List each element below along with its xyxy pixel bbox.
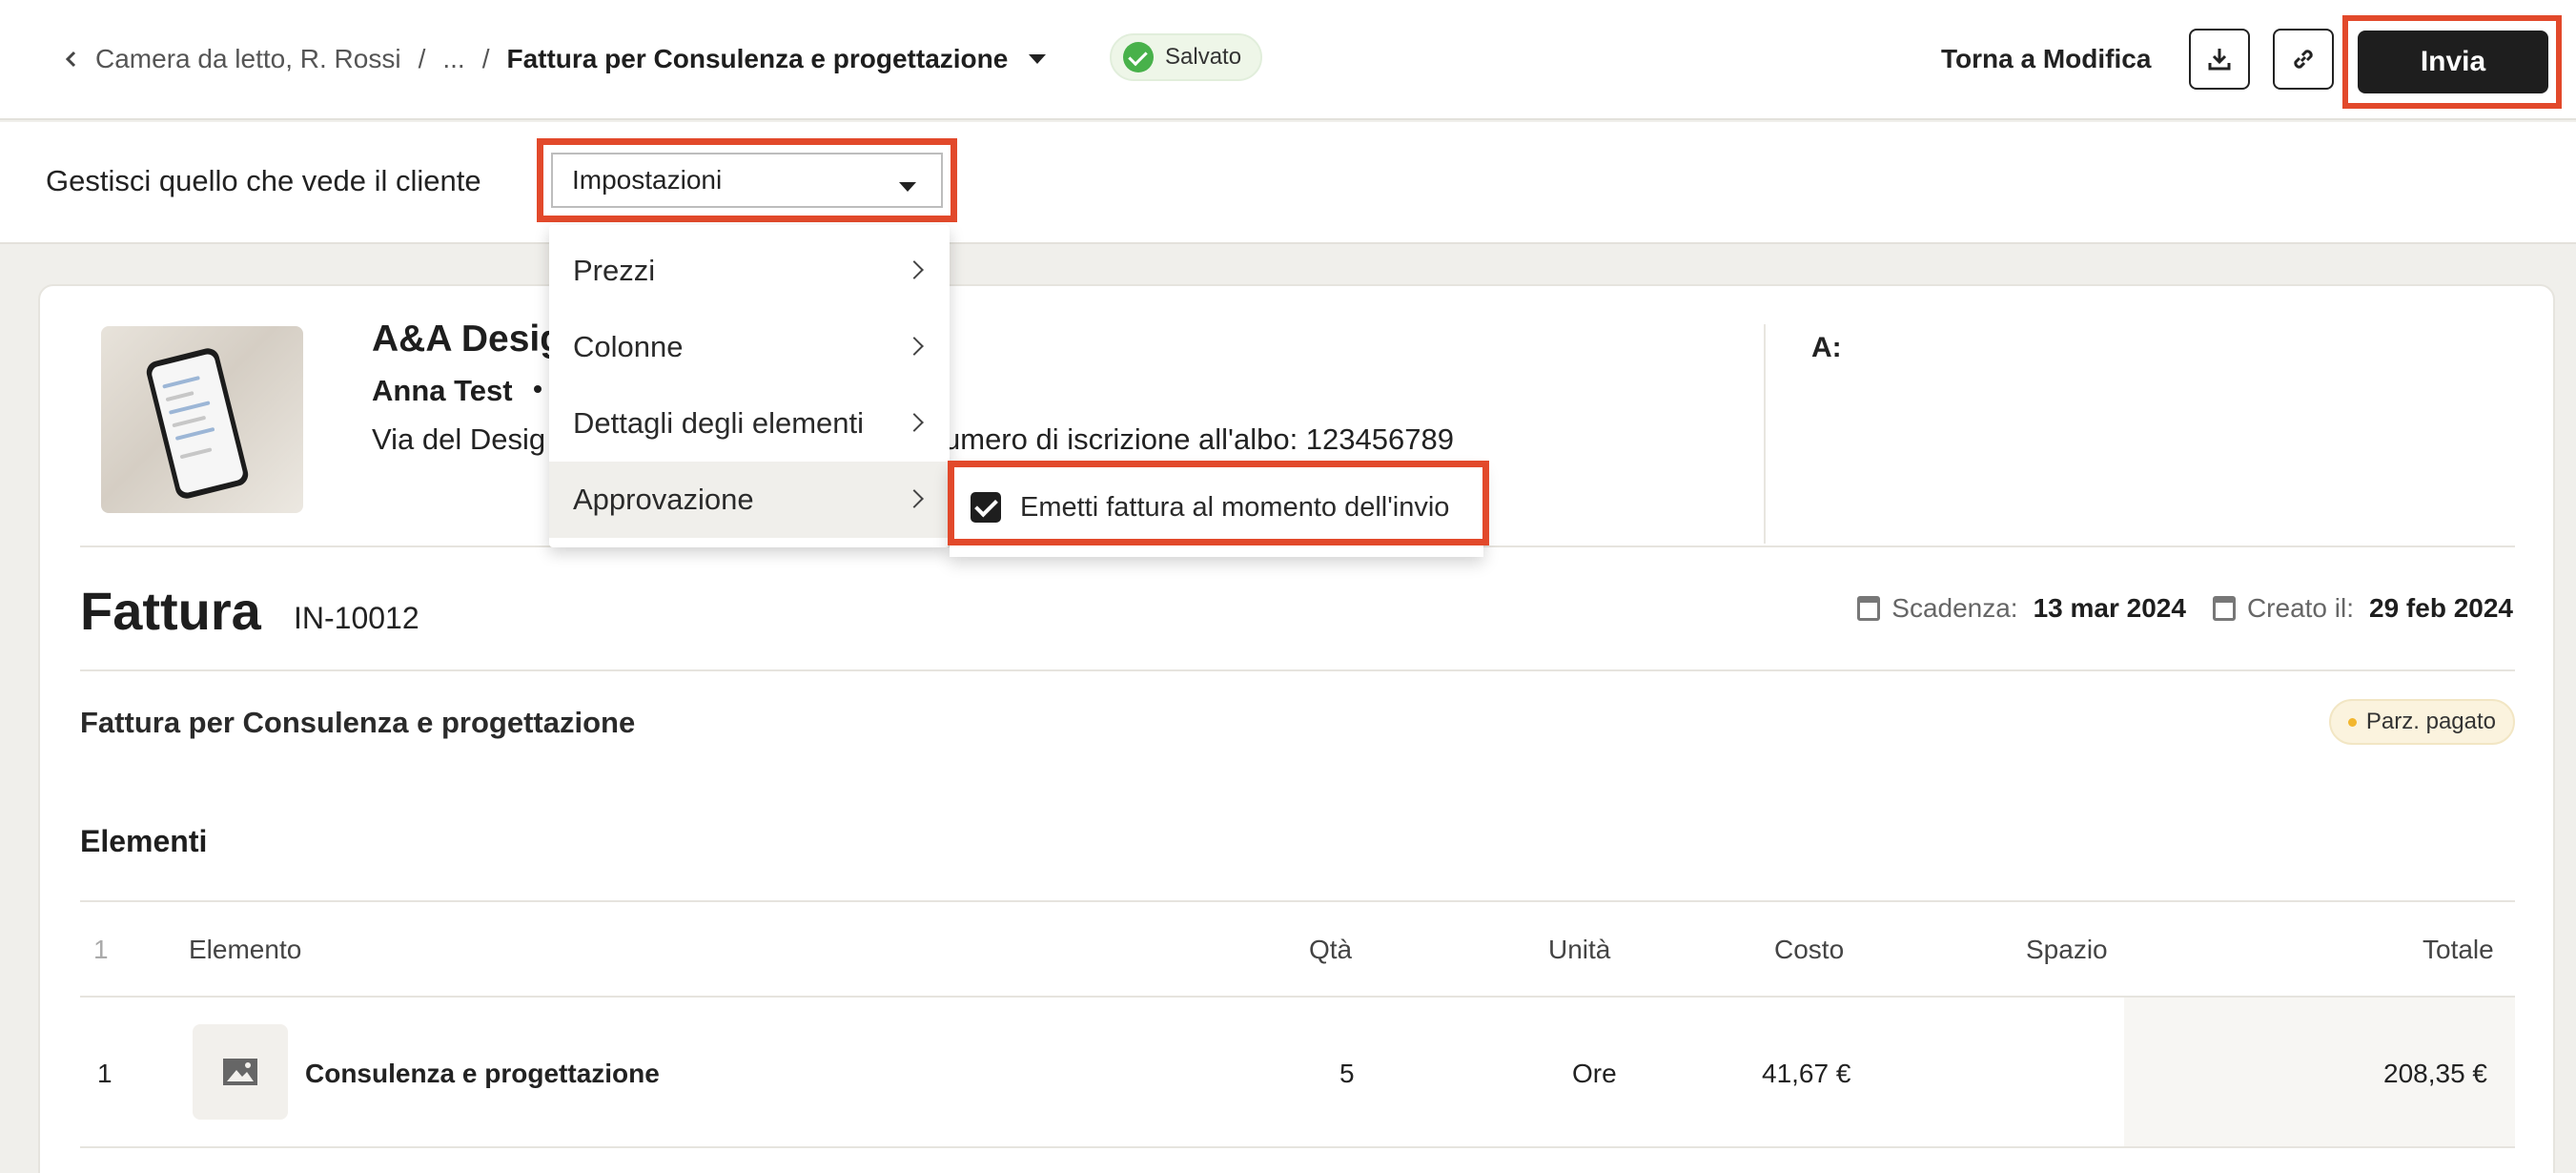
chevron-right-icon bbox=[905, 260, 924, 279]
company-logo bbox=[101, 326, 303, 513]
element-qty: 5 bbox=[1339, 1059, 1355, 1088]
divider bbox=[80, 900, 2515, 902]
download-button[interactable] bbox=[2189, 29, 2250, 90]
divider bbox=[80, 669, 2515, 671]
status-dot-icon bbox=[2347, 717, 2357, 727]
row-index: 1 bbox=[97, 1059, 112, 1088]
download-icon bbox=[2208, 49, 2231, 71]
menu-item-label: Approvazione bbox=[573, 483, 754, 516]
caret-down-icon[interactable] bbox=[1029, 54, 1047, 64]
link-icon bbox=[2294, 50, 2313, 69]
vertical-divider bbox=[1764, 324, 1766, 544]
company-name: A&A Desig bbox=[372, 319, 563, 360]
payment-status-label: Parz. pagato bbox=[2365, 709, 2496, 734]
menu-item-approvazione[interactable]: Approvazione bbox=[549, 462, 950, 538]
menu-item-label: Dettagli degli elementi bbox=[573, 406, 865, 440]
payment-status-badge: Parz. pagato bbox=[2328, 699, 2515, 745]
breadcrumb-project[interactable]: Camera da letto, R. Rossi bbox=[95, 44, 401, 74]
separator-dot bbox=[534, 385, 542, 393]
contact-name: Anna Test bbox=[372, 374, 513, 407]
recipient-label: A: bbox=[1811, 332, 1842, 363]
chevron-right-icon bbox=[905, 337, 924, 356]
column-header-unit: Unità bbox=[1548, 935, 1611, 964]
created-date-value: 29 feb 2024 bbox=[2369, 593, 2513, 623]
manage-label: Gestisci quello che vede il cliente bbox=[46, 164, 481, 197]
element-thumbnail[interactable] bbox=[193, 1024, 288, 1120]
issue-invoice-on-send-option[interactable]: Emetti fattura al momento dell'invio bbox=[971, 483, 1449, 532]
issue-invoice-on-send-label: Emetti fattura al momento dell'invio bbox=[1020, 491, 1450, 523]
element-cost: 41,67 € bbox=[1762, 1059, 1851, 1088]
divider bbox=[80, 1146, 2515, 1148]
invoice-title: Fattura bbox=[80, 581, 261, 641]
elements-section-title: Elementi bbox=[80, 824, 208, 858]
element-total: 208,35 € bbox=[2383, 1059, 2487, 1088]
registration-number: umero di iscrizione all'albo: 123456789 bbox=[944, 422, 1454, 456]
checkbox-checked-icon[interactable] bbox=[971, 492, 1001, 523]
created-date-label: Creato il: bbox=[2246, 593, 2354, 623]
back-to-edit-button[interactable]: Torna a Modifica bbox=[1941, 40, 2151, 78]
calendar-icon bbox=[1857, 596, 1881, 621]
menu-item-dettagli-elementi[interactable]: Dettagli degli elementi bbox=[549, 385, 950, 462]
settings-menu: Prezzi Colonne Dettagli degli elementi A… bbox=[549, 225, 950, 547]
calendar-icon bbox=[2212, 596, 2236, 621]
check-circle-icon bbox=[1123, 42, 1154, 72]
invoice-number: IN-10012 bbox=[294, 601, 419, 635]
due-date-label: Scadenza: bbox=[1891, 593, 2018, 623]
company-address: Via del Desig bbox=[372, 422, 546, 456]
element-name: Consulenza e progettazione bbox=[305, 1059, 660, 1088]
menu-item-colonne[interactable]: Colonne bbox=[549, 309, 950, 385]
settings-select-value: Impostazioni bbox=[572, 165, 723, 195]
copy-link-button[interactable] bbox=[2273, 29, 2334, 90]
chevron-right-icon bbox=[905, 489, 924, 508]
manage-bar: Gestisci quello che vede il cliente bbox=[0, 122, 2576, 244]
saved-status-badge: Salvato bbox=[1110, 33, 1263, 81]
chevron-right-icon bbox=[905, 413, 924, 432]
caret-down-icon bbox=[899, 182, 916, 192]
column-header-qty: Qtà bbox=[1309, 935, 1353, 964]
breadcrumb-ellipsis[interactable]: ... bbox=[442, 44, 464, 74]
send-button-highlight: Invia bbox=[2342, 15, 2562, 109]
column-header-total: Totale bbox=[2423, 935, 2494, 964]
column-header-space: Spazio bbox=[2026, 935, 2108, 964]
breadcrumb-separator: / bbox=[418, 44, 426, 73]
phone-image bbox=[144, 345, 251, 502]
invoice-dates: Scadenza: 13 mar 2024 Creato il: 29 feb … bbox=[1857, 593, 2513, 624]
top-bar: Camera da letto, R. Rossi / ... / Fattur… bbox=[0, 0, 2576, 120]
saved-status-label: Salvato bbox=[1165, 44, 1242, 70]
breadcrumb: Camera da letto, R. Rossi / ... / Fattur… bbox=[61, 40, 1047, 78]
column-header-index: 1 bbox=[93, 935, 109, 964]
menu-item-prezzi[interactable]: Prezzi bbox=[549, 233, 950, 309]
settings-select-highlight: Impostazioni bbox=[537, 138, 957, 222]
menu-item-label: Colonne bbox=[573, 330, 684, 363]
image-placeholder-icon bbox=[223, 1059, 257, 1085]
breadcrumb-separator: / bbox=[481, 44, 490, 73]
menu-item-label: Prezzi bbox=[573, 254, 656, 287]
due-date-value[interactable]: 13 mar 2024 bbox=[2034, 593, 2186, 624]
send-button[interactable]: Invia bbox=[2358, 31, 2548, 93]
element-unit: Ore bbox=[1572, 1059, 1617, 1088]
breadcrumb-current[interactable]: Fattura per Consulenza e progettazione bbox=[506, 44, 1008, 74]
invoice-description: Fattura per Consulenza e progettazione bbox=[80, 706, 636, 739]
chevron-left-icon[interactable] bbox=[61, 49, 82, 70]
column-header-cost: Costo bbox=[1774, 935, 1845, 964]
column-header-element: Elemento bbox=[189, 935, 302, 964]
settings-select[interactable]: Impostazioni bbox=[551, 153, 943, 208]
